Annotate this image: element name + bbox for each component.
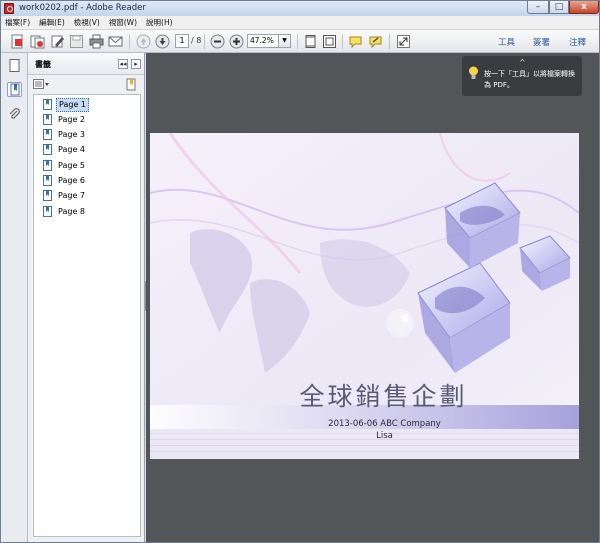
fit-page-icon[interactable] [303,34,318,49]
menu-edit[interactable]: 編輯(E) [39,17,65,28]
bookmark-label: Page 5 [58,160,85,170]
tools-link[interactable]: 工具 [498,36,515,48]
bookmark-icon [43,99,52,110]
bookmark-icon [43,160,52,171]
combine-files-icon[interactable] [30,34,45,49]
page-thumbnails-icon[interactable] [7,58,22,73]
menu-window[interactable]: 視窗(W) [109,17,137,28]
document-view[interactable]: 全球銷售企劃 2013-06-06 ABC Company Lisa ^ 按一下… [146,53,599,542]
page-total: / 8 [191,36,202,45]
full-screen-icon[interactable] [396,34,411,49]
toolbar-separator [204,34,205,49]
comment-icon[interactable] [348,34,363,49]
save-icon[interactable] [69,34,84,49]
close-button[interactable]: x [569,1,599,14]
bookmarks-icon[interactable] [7,82,22,97]
maximize-button[interactable]: □ [549,1,569,14]
app-window: work0202.pdf - Adobe Reader – □ x 檔案(F) … [0,0,600,543]
bookmark-item[interactable]: Page 6 [43,174,87,187]
attachments-icon[interactable] [7,107,22,122]
toolbar: 1 / 8 47.2% ▼ 工具 簽署 注釋 [1,30,599,53]
tip-text: 按一下「工具」以將檔案轉換為 PDF。 [484,70,575,89]
next-page-icon[interactable] [155,34,170,49]
slide-subtitle: 2013-06-06 ABC Company [328,419,441,429]
bookmark-item[interactable]: Page 2 [43,113,87,126]
bookmark-icon [43,129,52,140]
window-title: work0202.pdf - Adobe Reader [19,3,146,13]
panel-toolbar [28,76,144,93]
menu-bar: 檔案(F) 編輯(E) 檢視(V) 視窗(W) 說明(H) [1,16,599,30]
navigation-strip [1,53,28,542]
bookmark-label: Page 8 [58,206,85,216]
previous-page-icon[interactable] [136,34,151,49]
zoom-in-icon[interactable] [229,34,244,49]
bookmark-item[interactable]: Page 5 [43,159,87,172]
bookmark-icon [43,114,52,125]
page-number-input[interactable]: 1 [175,34,189,48]
bookmark-icon [43,190,52,201]
comment-link[interactable]: 注釋 [569,36,586,48]
highlight-icon[interactable] [368,34,383,49]
panel-header: 書籤 ◂◂ ▸ [28,53,144,75]
new-bookmark-icon[interactable] [125,78,138,91]
bookmark-item[interactable]: Page 1 [43,97,89,112]
zoom-out-icon[interactable] [210,34,225,49]
bookmarks-panel: 書籤 ◂◂ ▸ Page 1 Page 2 Page 3 Page 4 Page… [28,53,145,542]
menu-view[interactable]: 檢視(V) [74,17,100,28]
menu-help[interactable]: 說明(H) [146,17,173,28]
bookmark-label: Page 1 [56,97,89,112]
zoom-dropdown-button[interactable]: ▼ [279,34,291,48]
bookmark-icon [43,144,52,155]
toolbar-separator [389,34,390,49]
toolbar-separator [342,34,343,49]
bookmark-item[interactable]: Page 7 [43,189,87,202]
edit-pdf-icon[interactable] [50,34,65,49]
bookmark-label: Page 2 [58,114,85,124]
bookmark-item[interactable]: Page 8 [43,205,87,218]
tools-tip-popup[interactable]: ^ 按一下「工具」以將檔案轉換為 PDF。 [462,56,582,96]
toolbar-separator [129,34,130,49]
bookmark-item[interactable]: Page 4 [43,143,87,156]
title-bar[interactable]: work0202.pdf - Adobe Reader – □ x [1,1,599,16]
chevron-up-icon[interactable]: ^ [519,57,526,68]
collapse-panel-button[interactable]: ◂◂ [118,59,128,69]
adobe-reader-icon [4,3,14,14]
slide-title: 全球銷售企劃 [299,382,468,411]
minimize-button[interactable]: – [527,1,549,14]
sign-link[interactable]: 簽署 [533,36,550,48]
panel-title: 書籤 [35,60,51,69]
slide-author: Lisa [376,431,393,441]
bookmark-item[interactable]: Page 3 [43,128,87,141]
lightbulb-icon [469,66,478,79]
bookmark-list: Page 1 Page 2 Page 3 Page 4 Page 5 Page … [33,94,141,537]
bookmark-label: Page 7 [58,190,85,200]
fit-width-icon[interactable] [322,34,337,49]
pdf-page: 全球銷售企劃 2013-06-06 ABC Company Lisa [150,133,579,459]
options-menu-icon[interactable] [33,79,49,90]
bookmark-label: Page 3 [58,129,85,139]
menu-file[interactable]: 檔案(F) [5,17,30,28]
create-pdf-icon[interactable] [10,34,25,49]
print-icon[interactable] [89,34,104,49]
toolbar-separator [297,34,298,49]
zoom-level-input[interactable]: 47.2% [247,34,279,48]
email-icon[interactable] [108,34,123,49]
bookmark-icon [43,206,52,217]
bookmark-label: Page 6 [58,175,85,185]
close-panel-button[interactable]: ▸ [131,59,141,69]
bookmark-icon [43,175,52,186]
bookmark-label: Page 4 [58,144,85,154]
